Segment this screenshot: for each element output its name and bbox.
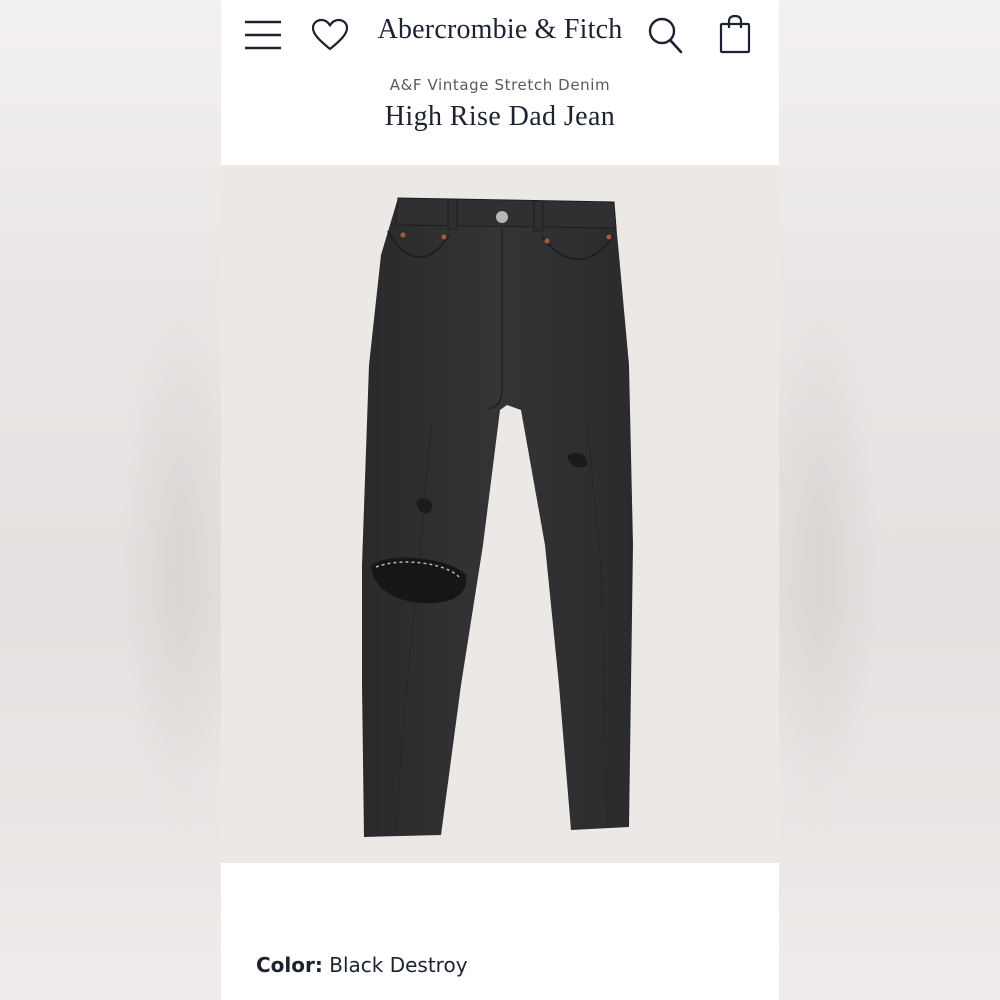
shopping-bag-icon[interactable] [719,14,751,54]
menu-icon[interactable] [243,18,283,52]
blurred-backdrop-right [759,0,1000,1000]
product-page: Abercrombie & Fitch A&F Vintage Stretch … [221,0,779,1000]
product-title: High Rise Dad Jean [384,101,616,132]
product-image[interactable] [221,165,779,863]
product-collection: A&F Vintage Stretch Denim [389,76,611,94]
heart-icon[interactable] [311,18,349,52]
site-header: Abercrombie & Fitch [221,0,779,72]
color-selection: Color: Black Destroy [256,953,468,977]
color-label: Color: [256,953,323,977]
brand-logo[interactable]: Abercrombie & Fitch [351,14,649,46]
color-value: Black Destroy [329,953,468,977]
jeans-illustration [362,197,633,837]
blurred-backdrop-left [0,0,241,1000]
search-icon[interactable] [647,16,683,54]
